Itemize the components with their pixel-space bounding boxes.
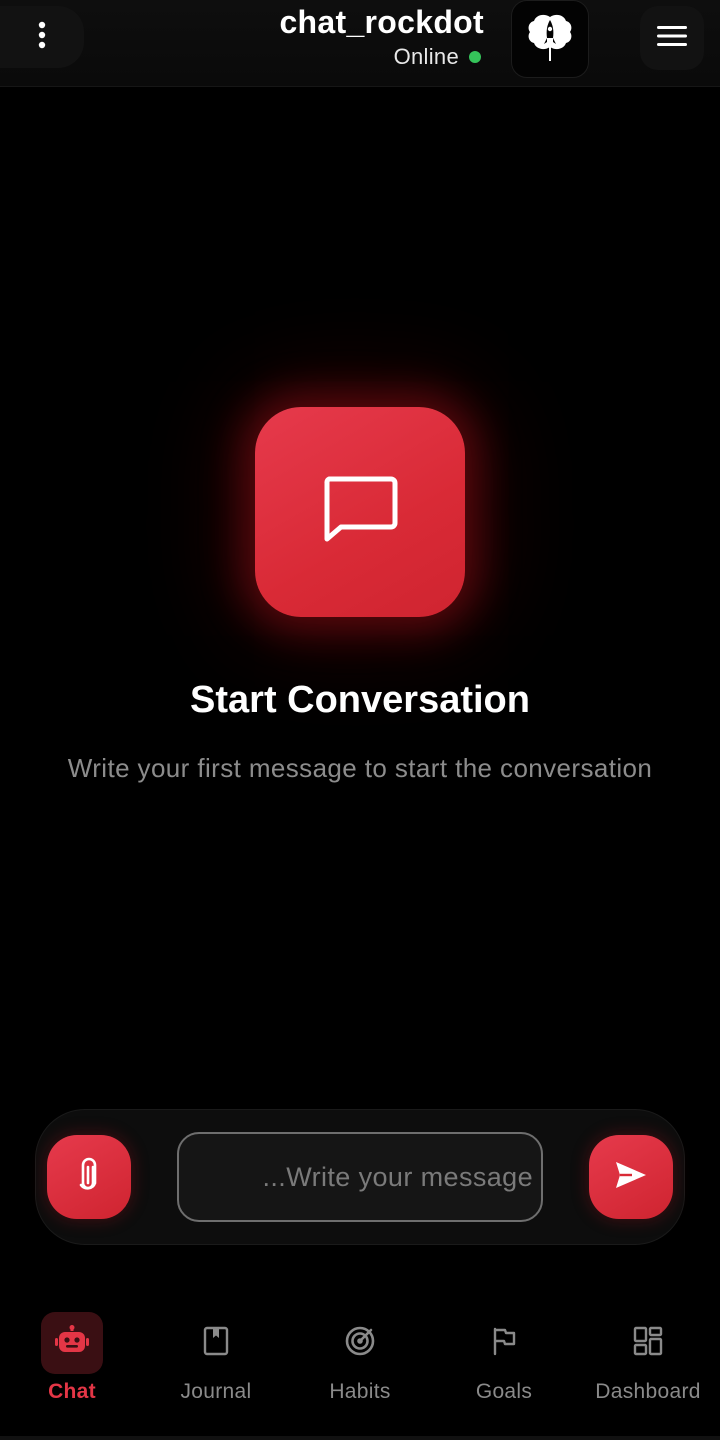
nav-label-dashboard: Dashboard: [595, 1380, 701, 1403]
app-header: chat_rockdot Online: [0, 0, 720, 87]
status-text: Online: [393, 44, 459, 69]
nav-label-goals: Goals: [475, 1380, 533, 1403]
nav-item-habits[interactable]: Habits: [288, 1312, 432, 1412]
empty-state-subtitle: Write your first message to start the co…: [67, 753, 653, 783]
nav-icon-wrap: [41, 1312, 103, 1374]
empty-state-icon-box: [255, 407, 465, 617]
bottom-navigation: Chat Journal Habits Goals Dashboard: [0, 1290, 720, 1440]
more-vertical-icon: [37, 21, 47, 54]
message-square-icon: [321, 475, 399, 550]
bot-avatar[interactable]: [511, 0, 589, 78]
attach-button[interactable]: [47, 1135, 131, 1219]
menu-icon: [656, 24, 688, 53]
brain-rocket-icon: [526, 11, 574, 68]
chat-title: chat_rockdot: [279, 4, 484, 40]
paperclip-icon: [78, 1157, 100, 1198]
nav-icon-wrap: [185, 1312, 247, 1374]
nav-label-habits: Habits: [329, 1380, 391, 1403]
online-status-dot: [469, 51, 481, 63]
robot-icon: [55, 1324, 89, 1362]
nav-item-journal[interactable]: Journal: [144, 1312, 288, 1412]
chat-title-block: chat_rockdot Online: [279, 2, 484, 70]
nav-icon-wrap: [473, 1312, 535, 1374]
hamburger-menu-button[interactable]: [640, 6, 704, 70]
status-row: Online: [279, 44, 484, 70]
nav-label-chat: Chat: [48, 1380, 96, 1403]
nav-icon-wrap: [617, 1312, 679, 1374]
nav-item-goals[interactable]: Goals: [432, 1312, 576, 1412]
send-button[interactable]: [589, 1135, 673, 1219]
dashboard-icon: [633, 1326, 663, 1361]
nav-icon-wrap: [329, 1312, 391, 1374]
send-icon: [614, 1160, 648, 1195]
message-input[interactable]: [177, 1132, 543, 1222]
flag-icon: [491, 1326, 517, 1361]
empty-state-title: Start Conversation: [190, 679, 530, 721]
nav-item-chat[interactable]: Chat: [0, 1312, 144, 1412]
nav-item-dashboard[interactable]: Dashboard: [576, 1312, 720, 1412]
home-indicator-bar: [0, 1436, 720, 1440]
book-icon: [203, 1326, 229, 1361]
nav-label-journal: Journal: [180, 1380, 252, 1403]
target-icon: [344, 1325, 376, 1362]
more-options-button[interactable]: [0, 6, 84, 68]
